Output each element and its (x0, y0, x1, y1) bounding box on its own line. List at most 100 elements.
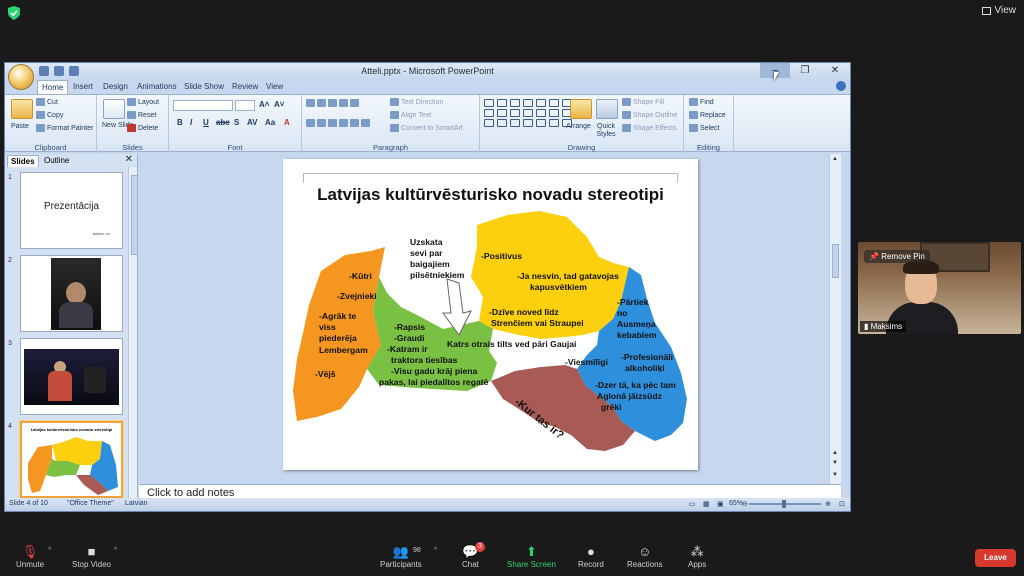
slide-thumbnail-3[interactable] (20, 338, 123, 415)
shape-fill-button[interactable]: Shape Fill (622, 98, 664, 106)
convert-smartart-button[interactable]: Convert to SmartArt (390, 124, 463, 132)
select-button[interactable]: Select (689, 124, 719, 132)
replace-button[interactable]: Replace (689, 111, 726, 119)
outline-tab[interactable]: Outline (41, 155, 72, 167)
vertical-scrollbar[interactable]: ▲ ▲ ▼ ▼ (829, 154, 841, 484)
stop-video-button[interactable]: ■ Stop Video (72, 544, 111, 569)
zoom-out-icon[interactable]: ⊖ (742, 500, 748, 508)
zoom-slider-thumb[interactable] (782, 500, 786, 508)
fit-window-icon[interactable]: ⊡ (839, 500, 845, 508)
clipboard-group: Paste Cut Copy Format Painter Clipboard (5, 95, 97, 153)
grow-font-icon[interactable]: A˄ (259, 100, 269, 109)
sorter-view-icon[interactable]: ▦ (703, 500, 710, 508)
alignment-icon[interactable] (306, 119, 370, 127)
encryption-shield-icon[interactable] (8, 6, 20, 20)
share-screen-button[interactable]: ⬆ Share Screen (507, 544, 556, 569)
change-case-icon[interactable]: Aa (265, 118, 275, 127)
map-label: piederēja (319, 333, 357, 343)
participants-chevron-icon[interactable]: ^ (434, 547, 437, 554)
slideshow-view-icon[interactable]: ▣ (717, 500, 724, 508)
cut-button[interactable]: Cut (36, 98, 58, 106)
record-button[interactable]: ● Record (578, 544, 604, 569)
view-button[interactable]: View (981, 5, 1016, 16)
reactions-button[interactable]: ☺ Reactions (627, 544, 663, 569)
scroll-thumb[interactable] (131, 175, 138, 255)
shrink-font-icon[interactable]: A˅ (274, 100, 284, 109)
zoom-top-bar: View (0, 0, 1024, 28)
map-label: -Katram ir (387, 344, 428, 354)
zoom-level[interactable]: 65% (729, 500, 743, 507)
panel-tabs: Slides Outline ✕ (5, 154, 137, 167)
shape-outline-button[interactable]: Shape Outline (622, 111, 677, 119)
scroll-down-icon[interactable]: ▼ (832, 472, 838, 478)
cursor-icon (689, 124, 698, 132)
help-icon[interactable] (836, 81, 846, 91)
close-icon[interactable]: ✕ (125, 154, 133, 165)
tab-home[interactable]: Home (37, 80, 69, 94)
tab-design[interactable]: Design (103, 82, 128, 91)
unmute-button[interactable]: 🎙 Unmute (16, 544, 44, 569)
restore-button[interactable]: ❐ (790, 63, 820, 78)
slide-thumbnail-4[interactable]: Latvijas kultūrvēsturisko novadu stereot… (20, 421, 123, 498)
slide-canvas[interactable]: Latvijas kultūrvēsturisko novadu stereot… (283, 159, 698, 470)
window-title: Atteli.pptx - Microsoft PowerPoint (361, 66, 494, 76)
slide-thumbnail-2[interactable] (20, 255, 123, 332)
scroll-up-icon[interactable]: ▲ (832, 156, 838, 162)
font-size-field[interactable] (235, 100, 255, 111)
text-direction-button[interactable]: Text Direction (390, 98, 443, 106)
italic-button[interactable]: I (190, 118, 192, 127)
underline-button[interactable]: U (203, 118, 209, 127)
slide-thumbnail-1[interactable]: Prezentācija autors: xx (20, 172, 123, 249)
tab-animations[interactable]: Animations (137, 82, 177, 91)
map-label: alkoholiķi (625, 363, 665, 373)
reset-button[interactable]: Reset (127, 111, 156, 119)
leave-button[interactable]: Leave (975, 549, 1016, 567)
bullets-icon[interactable] (306, 99, 359, 107)
tab-view[interactable]: View (266, 82, 283, 91)
quick-styles-icon[interactable] (596, 99, 618, 119)
font-name-field[interactable] (173, 100, 233, 111)
find-button[interactable]: Find (689, 98, 714, 106)
paste-button[interactable]: Paste (11, 123, 29, 130)
office-button-icon[interactable] (8, 64, 34, 90)
apps-button[interactable]: ⁂ Apps (688, 544, 706, 569)
align-text-button[interactable]: Align Text (390, 111, 431, 119)
close-button[interactable]: ✕ (820, 63, 850, 78)
tab-insert[interactable]: Insert (73, 82, 93, 91)
audio-options-chevron-icon[interactable]: ^ (48, 547, 51, 554)
new-slide-icon[interactable] (103, 99, 125, 119)
next-slide-icon[interactable]: ▼ (832, 460, 838, 466)
bold-button[interactable]: B (177, 118, 183, 127)
video-options-chevron-icon[interactable]: ^ (114, 547, 117, 554)
thumbnail-title: Prezentācija (43, 201, 100, 212)
arrange-button[interactable]: Arrange (566, 123, 591, 130)
map-label: Ausmeņa (617, 319, 656, 329)
zoom-in-icon[interactable]: ⊕ (825, 500, 831, 508)
font-color-icon[interactable]: A (284, 118, 290, 127)
tab-review[interactable]: Review (232, 82, 258, 91)
shape-effects-button[interactable]: Shape Effects (622, 124, 676, 132)
prev-slide-icon[interactable]: ▲ (832, 450, 838, 456)
map-label: grēki (601, 402, 622, 412)
copy-button[interactable]: Copy (36, 111, 63, 119)
map-label: -Positivus (481, 251, 523, 261)
center-note: Katrs otrais tilts ved pāri Gaujai (447, 339, 577, 349)
remove-pin-button[interactable]: 📌 Remove Pin (864, 250, 930, 263)
quick-styles-button[interactable]: Quick Styles (594, 123, 618, 139)
tab-slide-show[interactable]: Slide Show (184, 82, 224, 91)
delete-button[interactable]: Delete (127, 124, 158, 132)
format-painter-button[interactable]: Format Painter (36, 124, 93, 132)
language-indicator[interactable]: Latvian (125, 500, 148, 507)
spacing-icon[interactable]: AV (247, 118, 258, 127)
arrange-icon[interactable] (570, 99, 592, 119)
scroll-thumb[interactable] (832, 244, 839, 278)
slides-tab[interactable]: Slides (7, 155, 39, 167)
layout-button[interactable]: Layout (127, 98, 159, 106)
thumbnail-scrollbar[interactable] (128, 167, 138, 498)
participant-video[interactable]: 📌 Remove Pin ▮ Maksims (858, 242, 1021, 334)
shadow-button[interactable]: S (234, 118, 239, 127)
paste-icon[interactable] (11, 99, 33, 119)
shapes-gallery[interactable] (484, 99, 572, 127)
strikethrough-button[interactable]: abe (216, 118, 230, 127)
normal-view-icon[interactable]: ▭ (689, 500, 696, 508)
